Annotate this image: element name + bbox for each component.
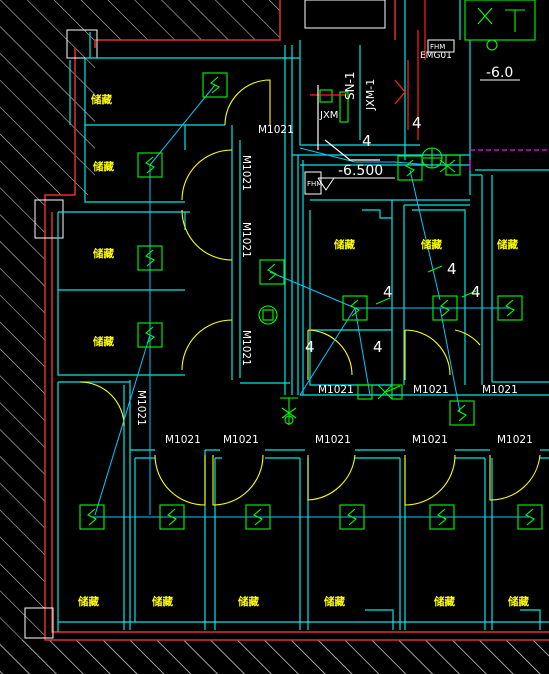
door-label: M1021 [240,222,252,258]
pipe-tag: FHM [307,180,322,188]
door-label: M1021 [412,434,448,446]
room-label-storage: 储藏 [93,160,114,173]
door-label: M1021 [165,434,201,446]
pipe-tag: EMG01 [420,51,452,61]
room-label-storage: 储藏 [78,595,99,608]
room-label-storage: 储藏 [152,595,173,608]
door-label: M1021 [315,434,351,446]
pipe-tag: FHM [430,43,445,51]
room-label-storage: 储藏 [91,93,112,106]
door-label: M1021 [482,384,518,396]
number-mark: 4 [305,338,315,356]
room-label-storage: 储藏 [93,247,114,260]
door-label: M1021 [240,155,252,191]
door-label: M1021 [135,390,147,426]
room-label-storage: 储藏 [421,238,442,251]
room-label-storage: 储藏 [497,238,518,251]
number-mark: 4 [471,283,481,301]
pipe-tag: SN-1 [343,71,357,100]
elevation-label: -6.500 [338,163,383,179]
room-label-storage: 储藏 [508,595,529,608]
door-label: M1021 [497,434,533,446]
elevation-label: -6.0 [486,65,513,81]
cad-floor-plan: 储藏储藏储藏储藏储藏 储藏 储藏储藏 储藏 储藏 储藏 储藏 储藏M1021M1021 M102… [0,0,549,674]
door-label: M1021 [223,434,259,446]
number-mark: 4 [383,283,393,301]
number-mark: 4 [447,260,457,278]
room-label-storage: 储藏 [238,595,259,608]
number-mark: 4 [373,338,383,356]
pipe-tag: JXM-1 [364,79,377,111]
room-label-storage: 储藏 [324,595,345,608]
room-label-storage: 储藏 [93,335,114,348]
room-label-storage: 储藏 [334,238,355,251]
number-mark: 4 [362,132,372,150]
number-mark: 4 [412,114,422,132]
door-label: M1021 [413,384,449,396]
door-label: M1021 [258,124,294,136]
room-label-storage: 储藏 [434,595,455,608]
door-label: M1021 [240,330,252,366]
pipe-tag: JXM [319,110,338,121]
door-label: M1021 [318,384,354,396]
